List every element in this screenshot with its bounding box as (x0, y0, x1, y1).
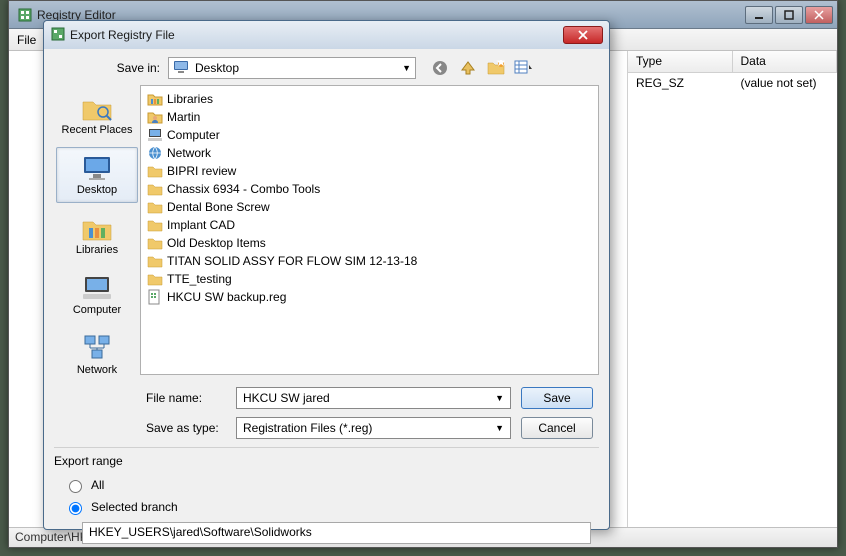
regfile-icon (147, 289, 163, 305)
export-range-label: Export range (54, 454, 599, 468)
place-label: Libraries (76, 244, 118, 256)
file-item[interactable]: HKCU SW backup.reg (147, 288, 592, 306)
folder-icon (147, 199, 163, 215)
places-bar: Recent Places Desktop Libraries Computer… (54, 85, 140, 375)
menu-file[interactable]: File (17, 33, 36, 47)
network-icon (147, 145, 163, 161)
place-label: Computer (73, 304, 121, 316)
radio-selected-label: Selected branch (91, 500, 178, 514)
export-dialog: Export Registry File Save in: Desktop ▼ … (43, 20, 610, 530)
libraries-place-icon (81, 214, 113, 242)
radio-all-row[interactable]: All (54, 474, 599, 496)
app-icon (17, 7, 33, 23)
place-libraries[interactable]: Libraries (56, 207, 138, 263)
desktop-icon (173, 60, 189, 77)
place-label: Network (77, 364, 117, 376)
file-name: HKCU SW backup.reg (167, 290, 286, 304)
file-item[interactable]: Computer (147, 126, 592, 144)
libraries-icon (147, 91, 163, 107)
file-name: Libraries (167, 92, 213, 106)
place-computer[interactable]: Computer (56, 267, 138, 323)
network-place-icon (81, 334, 113, 362)
branch-path-value: HKEY_USERS\jared\Software\Solidworks (89, 525, 312, 539)
values-pane: Type Data REG_SZ (value not set) (627, 51, 837, 527)
chevron-down-icon: ▼ (495, 423, 504, 433)
place-recent[interactable]: Recent Places (56, 87, 138, 143)
file-item[interactable]: TITAN SOLID ASSY FOR FLOW SIM 12-13-18 (147, 252, 592, 270)
value-type: REG_SZ (628, 73, 733, 93)
radio-selected-row[interactable]: Selected branch (54, 496, 599, 518)
value-row[interactable]: REG_SZ (value not set) (628, 73, 837, 93)
file-item[interactable]: TTE_testing (147, 270, 592, 288)
svg-text:★: ★ (496, 60, 505, 69)
savein-label: Save in: (110, 61, 160, 75)
folder-icon (147, 271, 163, 287)
minimize-button[interactable] (745, 6, 773, 24)
file-name: Old Desktop Items (167, 236, 266, 250)
dialog-icon (50, 26, 66, 45)
file-item[interactable]: Dental Bone Screw (147, 198, 592, 216)
file-item[interactable]: Implant CAD (147, 216, 592, 234)
radio-all-label: All (91, 478, 104, 492)
file-name: TTE_testing (167, 272, 232, 286)
radio-all[interactable] (69, 480, 82, 493)
desktop-place-icon (81, 154, 113, 182)
filename-label: File name: (146, 391, 226, 405)
radio-selected-branch[interactable] (69, 502, 82, 515)
dialog-close-button[interactable] (563, 26, 603, 44)
file-name: BIPRI review (167, 164, 236, 178)
place-desktop[interactable]: Desktop (56, 147, 138, 203)
filename-input[interactable]: HKCU SW jared ▼ (236, 387, 511, 409)
file-name: Implant CAD (167, 218, 235, 232)
file-list[interactable]: Libraries Martin Computer Network BIPRI revi… (140, 85, 599, 375)
savein-value: Desktop (195, 61, 239, 75)
savetype-combo[interactable]: Registration Files (*.reg) ▼ (236, 417, 511, 439)
savein-combo[interactable]: Desktop ▼ (168, 57, 416, 79)
up-button[interactable] (458, 58, 478, 78)
folder-icon (147, 253, 163, 269)
file-name: Network (167, 146, 211, 160)
file-name: Chassix 6934 - Combo Tools (167, 182, 320, 196)
dialog-titlebar[interactable]: Export Registry File (44, 21, 609, 49)
computer-icon (147, 127, 163, 143)
new-folder-button[interactable]: ★ (486, 58, 506, 78)
folder-icon (147, 235, 163, 251)
place-network[interactable]: Network (56, 327, 138, 383)
back-button[interactable] (430, 58, 450, 78)
close-button[interactable] (805, 6, 833, 24)
recent-places-icon (81, 94, 113, 122)
file-name: Dental Bone Screw (167, 200, 270, 214)
file-name: Martin (167, 110, 200, 124)
column-type-header[interactable]: Type (628, 51, 733, 72)
column-data-header[interactable]: Data (733, 51, 838, 72)
branch-path-input[interactable]: HKEY_USERS\jared\Software\Solidworks (82, 522, 591, 544)
place-label: Recent Places (62, 124, 133, 136)
value-data: (value not set) (733, 73, 838, 93)
place-label: Desktop (77, 184, 117, 196)
folder-icon (147, 217, 163, 233)
file-item[interactable]: BIPRI review (147, 162, 592, 180)
chevron-down-icon: ▼ (402, 63, 411, 73)
chevron-down-icon: ▼ (495, 393, 504, 403)
savetype-label: Save as type: (146, 421, 226, 435)
save-button[interactable]: Save (521, 387, 593, 409)
file-item[interactable]: Network (147, 144, 592, 162)
file-item[interactable]: Libraries (147, 90, 592, 108)
file-item[interactable]: Old Desktop Items (147, 234, 592, 252)
folder-icon (147, 163, 163, 179)
maximize-button[interactable] (775, 6, 803, 24)
file-item[interactable]: Martin (147, 108, 592, 126)
filename-value: HKCU SW jared (243, 391, 330, 405)
computer-place-icon (81, 274, 113, 302)
folder-icon (147, 181, 163, 197)
view-menu-button[interactable] (514, 58, 534, 78)
dialog-title: Export Registry File (70, 28, 563, 42)
user-icon (147, 109, 163, 125)
file-name: Computer (167, 128, 220, 142)
file-name: TITAN SOLID ASSY FOR FLOW SIM 12-13-18 (167, 254, 417, 268)
cancel-button[interactable]: Cancel (521, 417, 593, 439)
savetype-value: Registration Files (*.reg) (243, 421, 372, 435)
file-item[interactable]: Chassix 6934 - Combo Tools (147, 180, 592, 198)
